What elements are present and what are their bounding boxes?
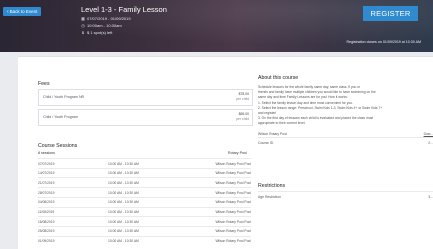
session-date: 14/07/2019 xyxy=(38,171,55,176)
about-table-value-right: 2... xyxy=(428,140,433,145)
session-venue: Wilson Rotary Pool Pool xyxy=(215,180,251,185)
session-row: 04/08/2019 10:00 AM - 10:30 AM Wilson Rota… xyxy=(38,196,251,207)
session-venue: Wilson Rotary Pool Pool xyxy=(215,239,251,244)
restriction-label: Age Restriction xyxy=(258,194,281,199)
session-date: 21/07/2019 xyxy=(38,180,55,185)
sessions-venue-header: Rotary Pool xyxy=(228,151,247,155)
fee-item-unit: per child xyxy=(236,117,249,121)
fee-item-label: Child / Youth Program NR xyxy=(43,95,85,99)
session-venue: Wilson Rotary Pool Pool xyxy=(215,190,251,195)
session-row: 01/09/2019 10:00 AM - 10:30 AM Wilson Rota… xyxy=(38,235,251,246)
session-time: 10:00 AM - 10:30 AM xyxy=(108,161,139,166)
session-venue: Wilson Rotary Pool Pool xyxy=(215,219,251,224)
calendar-icon: ▦ xyxy=(81,16,85,21)
session-venue: Wilson Rotary Pool Pool xyxy=(215,229,251,234)
fee-item-price: $65.00 xyxy=(238,112,249,116)
session-date: 01/09/2019 xyxy=(38,239,55,244)
meta-spots-text: $ 1 spot(s) left xyxy=(87,30,113,35)
session-time: 10:00 AM - 10:30 AM xyxy=(108,190,139,195)
session-time: 10:00 AM - 10:30 AM xyxy=(108,171,139,176)
restriction-row: Age Restriction 3... xyxy=(258,191,433,201)
meta-dates-text: 07/07/2019 - 01/09/2019 xyxy=(87,16,131,21)
session-time: 10:00 AM - 10:30 AM xyxy=(108,210,139,214)
about-description: Schedule lessons for the whole family sa… xyxy=(258,85,433,127)
session-row: 14/07/2019 10:00 AM - 10:30 AM Wilson Rota… xyxy=(38,167,251,178)
session-time: 10:00 AM - 10:30 AM xyxy=(108,239,139,244)
clock-icon: ◷ xyxy=(81,23,85,28)
back-to-event-label: Back to Event xyxy=(9,9,38,14)
session-row: 07/07/2019 10:00 AM - 10:30 AM Wilson Rota… xyxy=(38,158,251,168)
session-time: 10:00 AM - 10:30 AM xyxy=(108,229,139,234)
sessions-title: Course Sessions xyxy=(38,143,78,149)
session-date: 25/08/2019 xyxy=(38,229,55,234)
session-date: 04/08/2019 xyxy=(38,200,55,205)
meta-times-text: 10:00am - 10:30am xyxy=(87,23,122,28)
about-line: appropriate to their current level. xyxy=(258,121,306,126)
chevron-left-icon: ‹ xyxy=(7,9,9,15)
restriction-value: 3... xyxy=(428,194,433,199)
course-detail-page: ‹Back to Event Level 1-3 - Family Lesson… xyxy=(0,0,433,249)
session-date: 28/07/2019 xyxy=(38,190,55,195)
about-table-col-left: Wilson Rotary Pool xyxy=(258,131,287,136)
session-venue: Wilson Rotary Pool Pool xyxy=(215,171,251,176)
session-time: 10:00 AM - 10:30 AM xyxy=(108,219,139,224)
session-date: 18/08/2019 xyxy=(38,219,55,224)
session-date: 07/07/2019 xyxy=(38,161,55,166)
meta-dates: ▦ 07/07/2019 - 01/09/2019 xyxy=(81,16,131,21)
session-row: 25/08/2019 10:00 AM - 10:30 AM Wilson Rota… xyxy=(38,225,251,236)
restrictions-title: Restrictions xyxy=(258,183,286,189)
fees-title: Fees xyxy=(38,81,50,87)
registration-close-note: Registration closes on 01/09/2019 at 10:… xyxy=(346,40,421,44)
session-row: 21/07/2019 10:00 AM - 10:30 AM Wilson Rota… xyxy=(38,177,251,187)
session-row: 28/07/2019 10:00 AM - 10:30 AM Wilson Rota… xyxy=(38,187,251,197)
session-venue: Wilson Rotary Pool Pool xyxy=(215,161,251,166)
fee-item[interactable]: Child / Youth Program NR $78.00 per chil… xyxy=(38,89,253,106)
about-table-value: Course ID xyxy=(258,140,274,145)
back-to-event-button[interactable]: ‹Back to Event xyxy=(3,7,42,16)
about-table-col-right[interactable]: Dow... xyxy=(424,132,433,136)
session-date: 11/08/2019 xyxy=(38,210,55,214)
fee-item-label: Child / Youth Program xyxy=(43,115,78,119)
about-table-row: Course ID 2... xyxy=(258,137,433,147)
session-venue: Wilson Rotary Pool Pool xyxy=(215,210,251,214)
about-title: About this course xyxy=(258,75,299,81)
register-button[interactable]: REGISTER xyxy=(363,6,418,21)
session-row: 11/08/2019 10:00 AM - 10:30 AM Wilson Rota… xyxy=(38,206,251,217)
meta-spots: $ $ 1 spot(s) left xyxy=(81,30,112,35)
page-title: Level 1-3 - Family Lesson xyxy=(81,5,167,14)
course-header-banner: ‹Back to Event Level 1-3 - Family Lesson… xyxy=(0,0,433,52)
session-row: 18/08/2019 10:00 AM - 10:30 AM Wilson Rota… xyxy=(38,216,251,226)
session-time: 10:00 AM - 10:30 AM xyxy=(108,200,139,205)
session-time: 10:00 AM - 10:30 AM xyxy=(108,180,139,185)
sessions-count: 8 sessions xyxy=(38,151,55,155)
meta-times: ◷ 10:00am - 10:30am xyxy=(81,23,122,28)
course-details-card: Fees Child / Youth Program NR $78.00 per… xyxy=(18,56,433,249)
fee-item[interactable]: Child / Youth Program $65.00 per child xyxy=(38,109,253,126)
price-tag-icon: $ xyxy=(81,30,85,35)
fee-item-unit: per child xyxy=(236,97,249,101)
fee-item-price: $78.00 xyxy=(238,92,249,96)
session-venue: Wilson Rotary Pool Pool xyxy=(215,200,251,205)
